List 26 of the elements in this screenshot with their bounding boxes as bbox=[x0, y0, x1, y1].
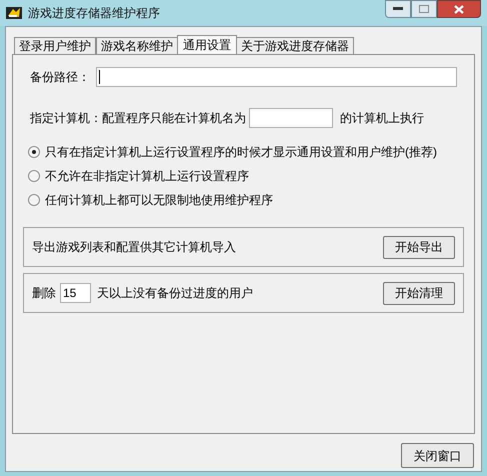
close-icon bbox=[454, 4, 464, 14]
field-label: 天以上没有备份过进度的用户 bbox=[97, 285, 253, 302]
tab[interactable]: 游戏名称维护 bbox=[96, 37, 178, 54]
tab[interactable]: 通用设置 bbox=[177, 35, 237, 54]
radio-option[interactable]: 任何计算机上都可以无限制地使用维护程序 bbox=[28, 190, 457, 209]
input-field[interactable] bbox=[249, 108, 333, 128]
input-field[interactable]: 15 bbox=[60, 283, 91, 303]
group-text: 导出游戏列表和配置供其它计算机导入 bbox=[32, 239, 236, 256]
field-label: 删除 bbox=[32, 285, 56, 302]
field-label: 备份路径： bbox=[30, 69, 91, 86]
field-label: 指定计算机：配置程序只能在计算机名为 bbox=[30, 110, 246, 127]
window-title: 游戏进度存储器维护程序 bbox=[28, 5, 160, 22]
action-button[interactable]: 开始导出 bbox=[383, 236, 455, 258]
minimize-icon bbox=[393, 7, 403, 11]
app-icon bbox=[6, 6, 22, 20]
radio-option[interactable]: 不允许在非指定计算机上运行设置程序 bbox=[28, 166, 457, 185]
tab[interactable]: 关于游戏进度存储器 bbox=[236, 37, 354, 54]
close-window-button[interactable]: 关闭窗口 bbox=[401, 443, 474, 468]
tab[interactable]: 登录用户维护 bbox=[14, 37, 96, 54]
maximize-icon bbox=[419, 5, 429, 13]
action-button[interactable]: 开始清理 bbox=[383, 282, 455, 304]
field-label: 的计算机上执行 bbox=[340, 110, 424, 127]
minimize-button[interactable] bbox=[385, 0, 411, 18]
radio-option[interactable]: 只有在指定计算机上运行设置程序的时候才显示通用设置和用户维护(推荐) bbox=[28, 142, 457, 161]
input-field[interactable] bbox=[96, 67, 457, 87]
close-button[interactable] bbox=[437, 0, 481, 18]
